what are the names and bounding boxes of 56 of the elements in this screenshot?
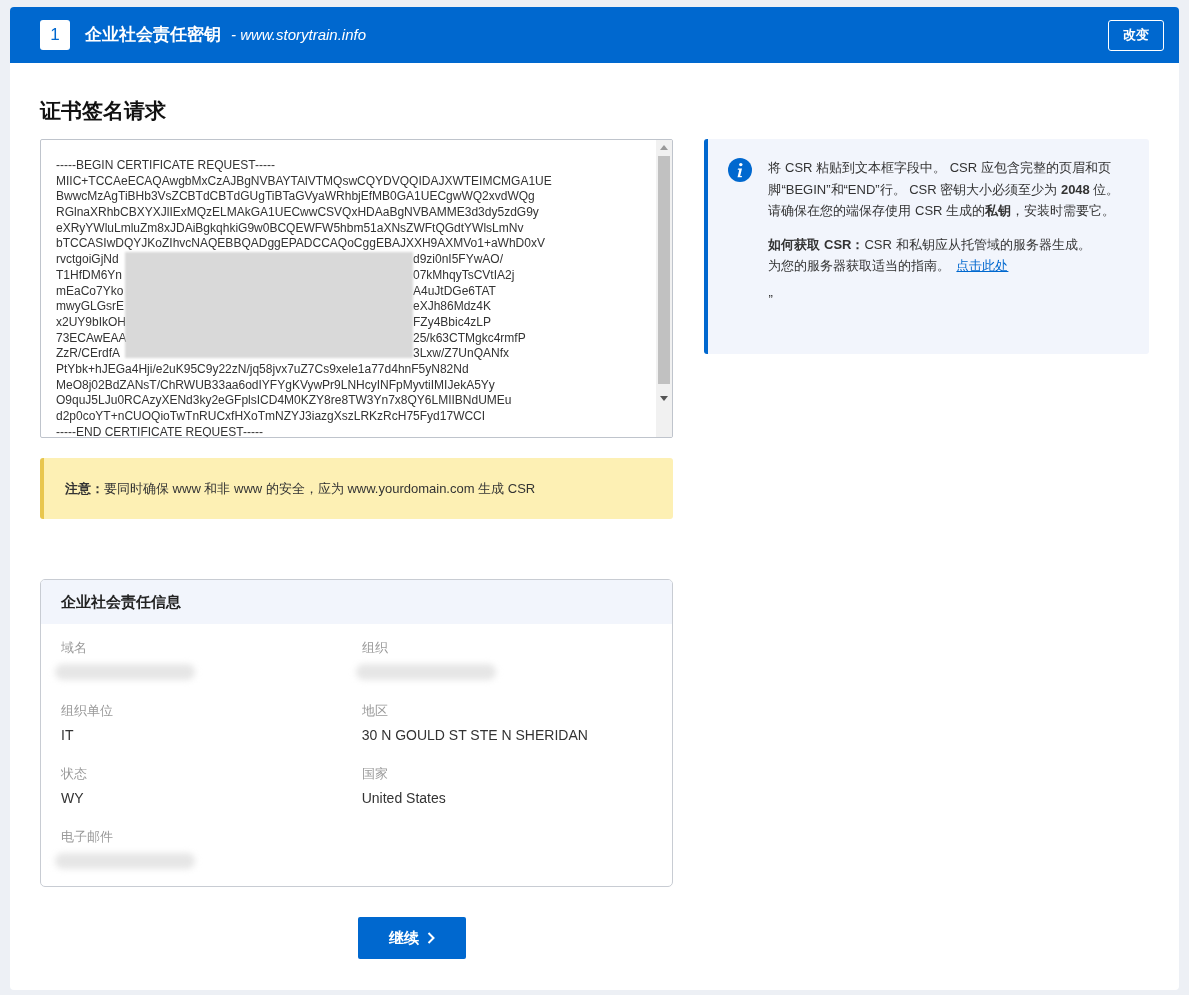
csr-line-end: FZy4Bbic4zLP — [413, 314, 492, 331]
csr-line-end: d9zi0nI5FYwAO/ — [413, 252, 504, 268]
field-value: 30 N GOULD ST STE N SHERIDAN — [361, 726, 589, 745]
csr-line-start: rvctgoiGjNd — [56, 252, 119, 267]
field-label: 地区 — [361, 702, 389, 720]
csr-line-end: 07kMhqyTsCVtIA2j — [413, 267, 515, 284]
notice-text: 注意：要同时确保 www 和非 www 的安全，应为 www.yourdomain.com 生成 CSR — [65, 479, 536, 498]
scroll-thumb[interactable] — [658, 156, 671, 384]
field-label: 电子邮件 — [61, 828, 114, 846]
csr-text-area[interactable] — [40, 139, 674, 438]
csr-line: O9quJ5LJu0RCAzyXENd3ky2eGFplsICD4M0KZY8re8TW3Yn7x8QY6LMIIBNdUMEu — [56, 393, 512, 408]
csr-line-start: x2UY9bIkOH — [56, 314, 127, 329]
csr-line-end: 3Lxw/Z7UnQANfx — [413, 346, 510, 362]
step-number: 1 — [40, 20, 70, 50]
csr-line: MeO8j02BdZANsT/ChRWUB33aa6odIYFYgKVywPr9LNHcyINFpMyvtiIMIJekA5Yy — [56, 377, 495, 392]
csr-line-end: 25/k63CTMgkc4rmfP — [413, 330, 526, 347]
csr-line: d2p0coYT+nCUOQioTwTnRUCxfHXoTmNZYJ3iazgXszLRKzRcH75Fyd17WCCI — [56, 409, 486, 423]
info-icon — [728, 158, 753, 182]
change-button[interactable]: 改变 — [1108, 19, 1164, 51]
scrollbar[interactable] — [656, 140, 673, 437]
csr-line-end: A4uJtDGe6TAT — [413, 283, 496, 300]
section-title: 证书签名请求 — [40, 98, 167, 124]
field-value: IT — [61, 726, 75, 745]
guide-text: 为您的服务器获取适当的指南。 — [768, 257, 951, 275]
field-label: 国家 — [361, 765, 389, 783]
csr-line: PtYbk+hJEGa4Hji/e2uK95C9y22zN/jq58jvx7uZ7Cs9xele1a77d4hnF5yN82Nd — [56, 361, 469, 376]
info-text: 将 CSR 粘贴到文本框字段中。 CSR 应包含完整的页眉和页脚“BEGIN”和“END”行。 CSR 密钥大小必须至少为 2048 位。请确保在您的端保存使用 CSR 生成的私钥，安装时需要它。 — [768, 159, 1121, 220]
csr-line-end: eXJh86Mdz4K — [413, 299, 492, 315]
csr-line-start: T1HfDM6Yn — [56, 267, 123, 282]
csr-line: -----BEGIN CERTIFICATE REQUEST----- — [56, 158, 275, 172]
csr-line: BwwcMzAgTiBHb3VsZCBTdCBTdGUgTiBTaGVyaWRhbjEfMB0GA1UECgwWQ2xvdWQg — [56, 189, 535, 204]
csr-line: -----END CERTIFICATE REQUEST----- — [56, 424, 263, 437]
csr-line-start: 73ECAwEAA — [56, 330, 127, 345]
csr-line-start: ZzR/CErdfA — [56, 346, 120, 361]
csr-line: MIIC+TCCAeECAQAwgbMxCzAJBgNVBAYTAlVTMQswCQYDVQQIDAJXWTEIMCMGA1UE — [56, 173, 552, 188]
field-label: 组织 — [361, 639, 389, 657]
csr-line: eXRyYWluLmluZm8xJDAiBgkqhkiG9w0BCQEWFW5hbm51aXNsZWFtQGdtYWlsLmNv — [56, 220, 524, 235]
header-domain: - www.storytrain.info — [231, 24, 367, 45]
scroll-down-icon[interactable] — [660, 396, 669, 401]
csr-line: bTCCASIwDQYJKoZIhvcNAQEBBQADggEPADCCAQoCggEBAJXXH9AXMVo1+aWhD0xV — [56, 236, 545, 251]
csr-line-start: mEaCo7Yko — [56, 283, 124, 298]
scroll-up-icon[interactable] — [660, 145, 669, 150]
chevron-right-icon — [426, 932, 435, 944]
card-title: 企业社会责任信息 — [61, 591, 181, 612]
guide-link[interactable]: 点击此处 — [956, 255, 1009, 277]
csr-line: RGlnaXRhbCBXYXJlIExMQzELMAkGA1UECwwCSVQxHDAaBgNVBAMME3d3dy5zdG9y — [56, 205, 539, 220]
field-value: WY — [61, 789, 85, 808]
howto-text: 如何获取 CSR：CSR 和私钥应从托管域的服务器生成。 — [768, 235, 1092, 254]
field-label: 域名 — [61, 639, 88, 657]
csr-line-start: mwyGLGsrE — [56, 299, 124, 314]
field-label: 状态 — [61, 765, 88, 783]
continue-button[interactable]: 继续 — [357, 917, 466, 959]
stray-quote: ” — [768, 290, 773, 309]
field-value: United States — [361, 789, 447, 808]
header-title: 企业社会责任密钥 — [85, 24, 221, 47]
field-label: 组织单位 — [61, 702, 114, 720]
